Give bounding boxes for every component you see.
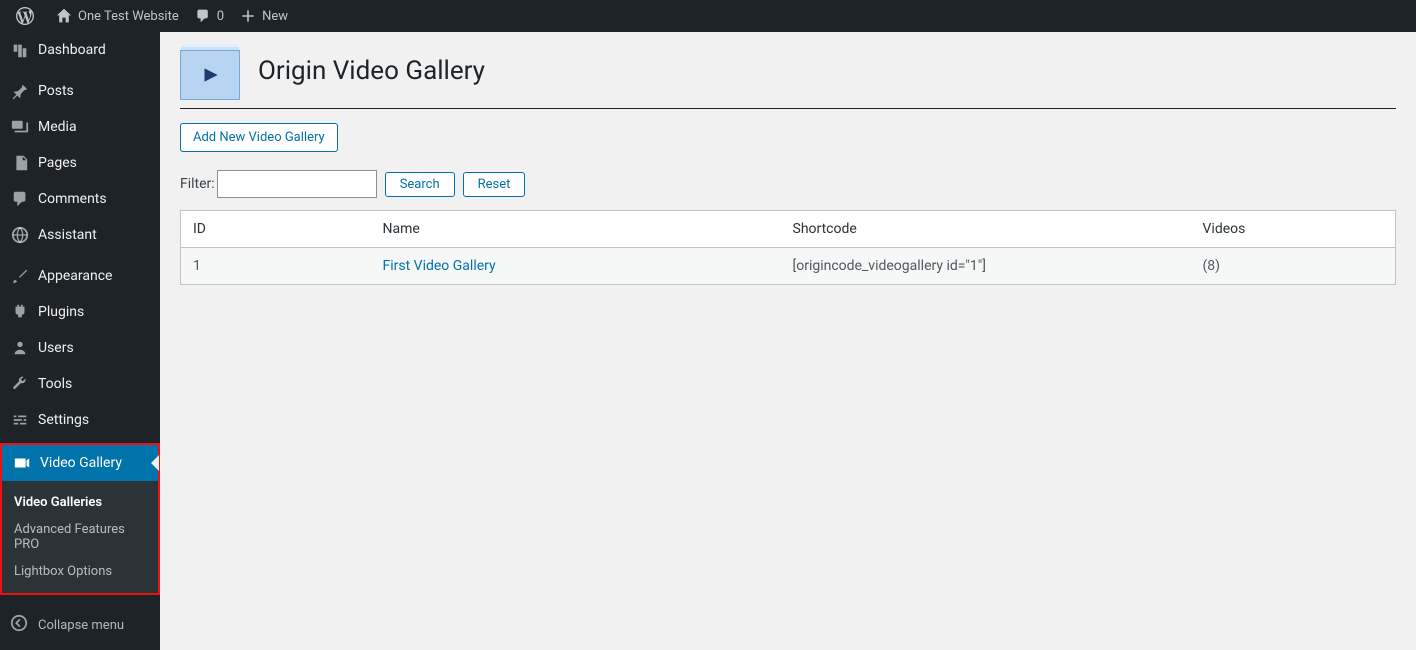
sidebar-label: Tools xyxy=(38,376,72,392)
collapse-menu-button[interactable]: Collapse menu xyxy=(0,606,160,644)
plug-icon xyxy=(10,302,30,322)
dashboard-icon xyxy=(10,40,30,60)
collapse-icon xyxy=(10,614,30,636)
comment-icon xyxy=(10,189,30,209)
plus-icon xyxy=(240,8,256,24)
sidebar-label: Pages xyxy=(38,155,77,171)
sidebar-item-video-gallery[interactable]: Video Gallery xyxy=(2,445,158,481)
brush-icon xyxy=(10,266,30,286)
admin-sidebar: Dashboard Posts Media Pages Comments Ass… xyxy=(0,32,160,650)
col-header-videos[interactable]: Videos xyxy=(1191,211,1396,248)
sidebar-item-settings[interactable]: Settings xyxy=(0,402,160,438)
filter-input[interactable] xyxy=(217,170,377,198)
sidebar-label: Comments xyxy=(38,191,107,207)
page-header: Origin Video Gallery xyxy=(180,42,1396,109)
new-content-link[interactable]: New xyxy=(232,0,296,32)
col-header-name[interactable]: Name xyxy=(371,211,781,248)
add-new-gallery-button[interactable]: Add New Video Gallery xyxy=(180,123,338,152)
sidebar-item-plugins[interactable]: Plugins xyxy=(0,294,160,330)
site-name-text: One Test Website xyxy=(78,9,179,24)
gallery-name-link[interactable]: First Video Gallery xyxy=(383,258,496,274)
users-icon xyxy=(10,338,30,358)
page-title: Origin Video Gallery xyxy=(258,56,485,86)
main-content: Origin Video Gallery Add New Video Galle… xyxy=(160,32,1416,305)
sidebar-item-users[interactable]: Users xyxy=(0,330,160,366)
sidebar-item-media[interactable]: Media xyxy=(0,109,160,145)
video-gallery-highlight: Video Gallery Video Galleries Advanced F… xyxy=(0,443,160,595)
search-button[interactable]: Search xyxy=(385,172,455,197)
sidebar-item-assistant[interactable]: Assistant xyxy=(0,217,160,253)
page-icon xyxy=(180,50,240,100)
sliders-icon xyxy=(10,410,30,430)
submenu-advanced-features[interactable]: Advanced Features PRO xyxy=(2,516,158,558)
sidebar-item-comments[interactable]: Comments xyxy=(0,181,160,217)
sidebar-item-pages[interactable]: Pages xyxy=(0,145,160,181)
table-header-row: ID Name Shortcode Videos xyxy=(181,211,1396,248)
wordpress-icon xyxy=(16,7,34,25)
site-name-link[interactable]: One Test Website xyxy=(48,0,187,32)
cell-id: 1 xyxy=(181,248,371,285)
filter-row: Filter: Search Reset xyxy=(180,170,1396,198)
col-header-shortcode[interactable]: Shortcode xyxy=(781,211,1191,248)
cell-videos: (8) xyxy=(1191,248,1396,285)
pin-icon xyxy=(10,81,30,101)
wp-logo[interactable] xyxy=(8,0,48,32)
globe-icon xyxy=(10,225,30,245)
sidebar-item-posts[interactable]: Posts xyxy=(0,73,160,109)
sidebar-label: Users xyxy=(38,340,74,356)
sidebar-label: Video Gallery xyxy=(40,455,122,471)
video-gallery-submenu: Video Galleries Advanced Features PRO Li… xyxy=(2,481,158,593)
submenu-video-galleries[interactable]: Video Galleries xyxy=(2,489,158,516)
sidebar-label: Media xyxy=(38,119,77,135)
page-icon xyxy=(10,153,30,173)
media-icon xyxy=(10,117,30,137)
table-row: 1 First Video Gallery [origincode_videog… xyxy=(181,248,1396,285)
submenu-lightbox-options[interactable]: Lightbox Options xyxy=(2,558,158,585)
home-icon xyxy=(56,8,72,24)
cell-shortcode: [origincode_videogallery id="1"] xyxy=(781,248,1191,285)
sidebar-label: Plugins xyxy=(38,304,84,320)
sidebar-label: Dashboard xyxy=(38,42,106,58)
sidebar-item-dashboard[interactable]: Dashboard xyxy=(0,32,160,68)
filter-label: Filter: xyxy=(180,176,215,192)
sidebar-label: Posts xyxy=(38,83,74,99)
video-icon xyxy=(12,453,32,473)
wrench-icon xyxy=(10,374,30,394)
sidebar-label: Appearance xyxy=(38,268,112,284)
sidebar-label: Assistant xyxy=(38,227,97,243)
sidebar-item-appearance[interactable]: Appearance xyxy=(0,258,160,294)
sidebar-item-tools[interactable]: Tools xyxy=(0,366,160,402)
sidebar-label: Settings xyxy=(38,412,89,428)
collapse-label: Collapse menu xyxy=(38,618,124,633)
comment-icon xyxy=(195,8,211,24)
admin-bar: One Test Website 0 New xyxy=(0,0,1416,32)
new-label: New xyxy=(262,9,288,24)
comments-link[interactable]: 0 xyxy=(187,0,232,32)
reset-button[interactable]: Reset xyxy=(463,172,526,197)
comment-count: 0 xyxy=(217,9,224,24)
col-header-id[interactable]: ID xyxy=(181,211,371,248)
galleries-table: ID Name Shortcode Videos 1 First Video G… xyxy=(180,210,1396,285)
